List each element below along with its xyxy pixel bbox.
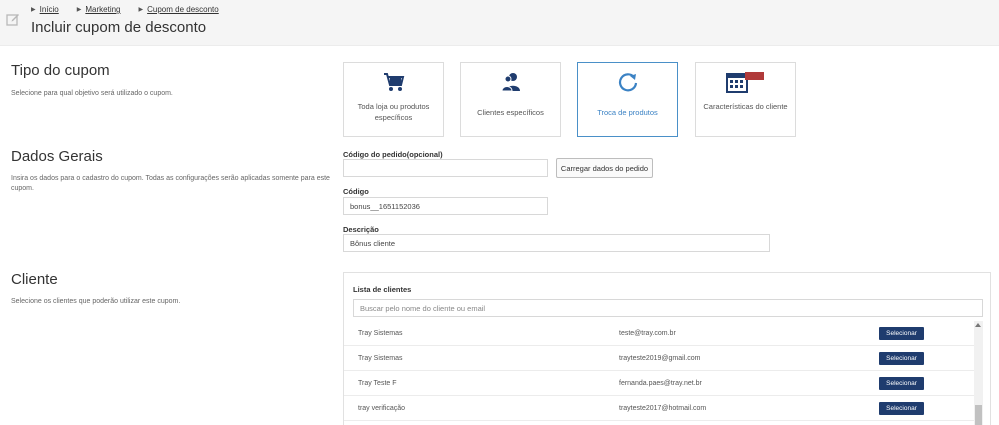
- breadcrumb-marketing[interactable]: Marketing: [85, 5, 120, 14]
- client-list-panel: Lista de clientes Tray Sistemas teste@tr…: [343, 272, 991, 425]
- section-desc-dados: Insira os dados para o cadastro do cupom…: [11, 175, 330, 192]
- code-input[interactable]: [343, 197, 548, 215]
- card-caracteristicas[interactable]: Características do cliente: [695, 62, 796, 137]
- select-client-button[interactable]: Selecionar: [879, 402, 924, 415]
- client-name: Tray Teste F: [358, 380, 397, 387]
- description-input[interactable]: [343, 234, 770, 252]
- page-title: Incluir cupom de desconto: [31, 19, 207, 36]
- card-clientes-especificos[interactable]: Clientes específicos: [460, 62, 561, 137]
- scrollbar-thumb[interactable]: [975, 405, 982, 425]
- page-header: ▶ Início ▶ Marketing ▶ Cupom de desconto In…: [0, 0, 999, 46]
- refresh-icon: [618, 73, 637, 92]
- client-email: fernanda.paes@tray.net.br: [619, 380, 702, 387]
- breadcrumb: ▶ Início ▶ Marketing ▶ Cupom de desconto: [31, 5, 237, 14]
- table-row: tray verificação trayteste2017@hotmail.c…: [344, 396, 982, 421]
- card-label: Clientes específicos: [477, 108, 544, 117]
- section-title-dados: Dados Gerais: [11, 148, 103, 165]
- order-code-input[interactable]: [343, 159, 548, 177]
- breadcrumb-cupom[interactable]: Cupom de desconto: [147, 5, 219, 14]
- order-code-label: Código do pedido(opcional): [343, 150, 443, 159]
- client-search-input[interactable]: [353, 299, 983, 317]
- section-title-cliente: Cliente: [11, 271, 58, 288]
- client-list: Tray Sistemas teste@tray.com.br Selecion…: [344, 321, 992, 425]
- client-email: trayteste2017@hotmail.com: [619, 405, 707, 412]
- client-email: trayteste2019@gmail.com: [619, 355, 701, 362]
- caret-right-icon: ▶: [31, 7, 36, 13]
- card-toda-loja[interactable]: Toda loja ou produtos específicos: [343, 62, 444, 137]
- caret-right-icon: ▶: [138, 7, 144, 13]
- client-name: Tray Sistemas: [358, 355, 403, 362]
- select-client-button[interactable]: Selecionar: [879, 352, 924, 365]
- load-order-button[interactable]: Carregar dados do pedido: [556, 158, 653, 178]
- section-title-tipo: Tipo do cupom: [11, 62, 110, 79]
- breadcrumb-inicio[interactable]: Início: [40, 5, 59, 14]
- section-desc-cliente: Selecione os clientes que poderão utiliz…: [11, 298, 181, 305]
- select-client-button[interactable]: Selecionar: [879, 327, 924, 340]
- table-row: Tray Teste F fernanda.paes@tray.net.br S…: [344, 371, 982, 396]
- description-label: Descrição: [343, 225, 379, 234]
- client-list-title: Lista de clientes: [353, 285, 412, 294]
- select-client-button[interactable]: Selecionar: [879, 377, 924, 390]
- client-name: tray verificação: [358, 405, 406, 412]
- code-label: Código: [343, 187, 369, 196]
- client-list-scrollbar[interactable]: [974, 321, 983, 425]
- card-label: Características do cliente: [703, 102, 788, 111]
- client-name: Tray Sistemas: [358, 330, 403, 337]
- caret-right-icon: ▶: [76, 7, 82, 13]
- scroll-up-icon[interactable]: [975, 323, 981, 327]
- card-troca-produtos[interactable]: Troca de produtos: [577, 62, 678, 137]
- table-row: Tray Sistemas trayteste2019@gmail.com Se…: [344, 346, 982, 371]
- client-email: teste@tray.com.br: [619, 330, 676, 337]
- section-desc-tipo: Selecione para qual objetivo será utiliz…: [11, 90, 173, 97]
- table-row: Tray Sistemas teste@tray.com.br Selecion…: [344, 321, 982, 346]
- card-label: Toda loja ou produtos específicos: [357, 102, 430, 122]
- edit-icon: [6, 14, 19, 26]
- card-label: Troca de produtos: [597, 108, 658, 117]
- users-icon: [500, 73, 520, 92]
- calendar-icon: [725, 72, 764, 93]
- cart-icon: [383, 73, 404, 91]
